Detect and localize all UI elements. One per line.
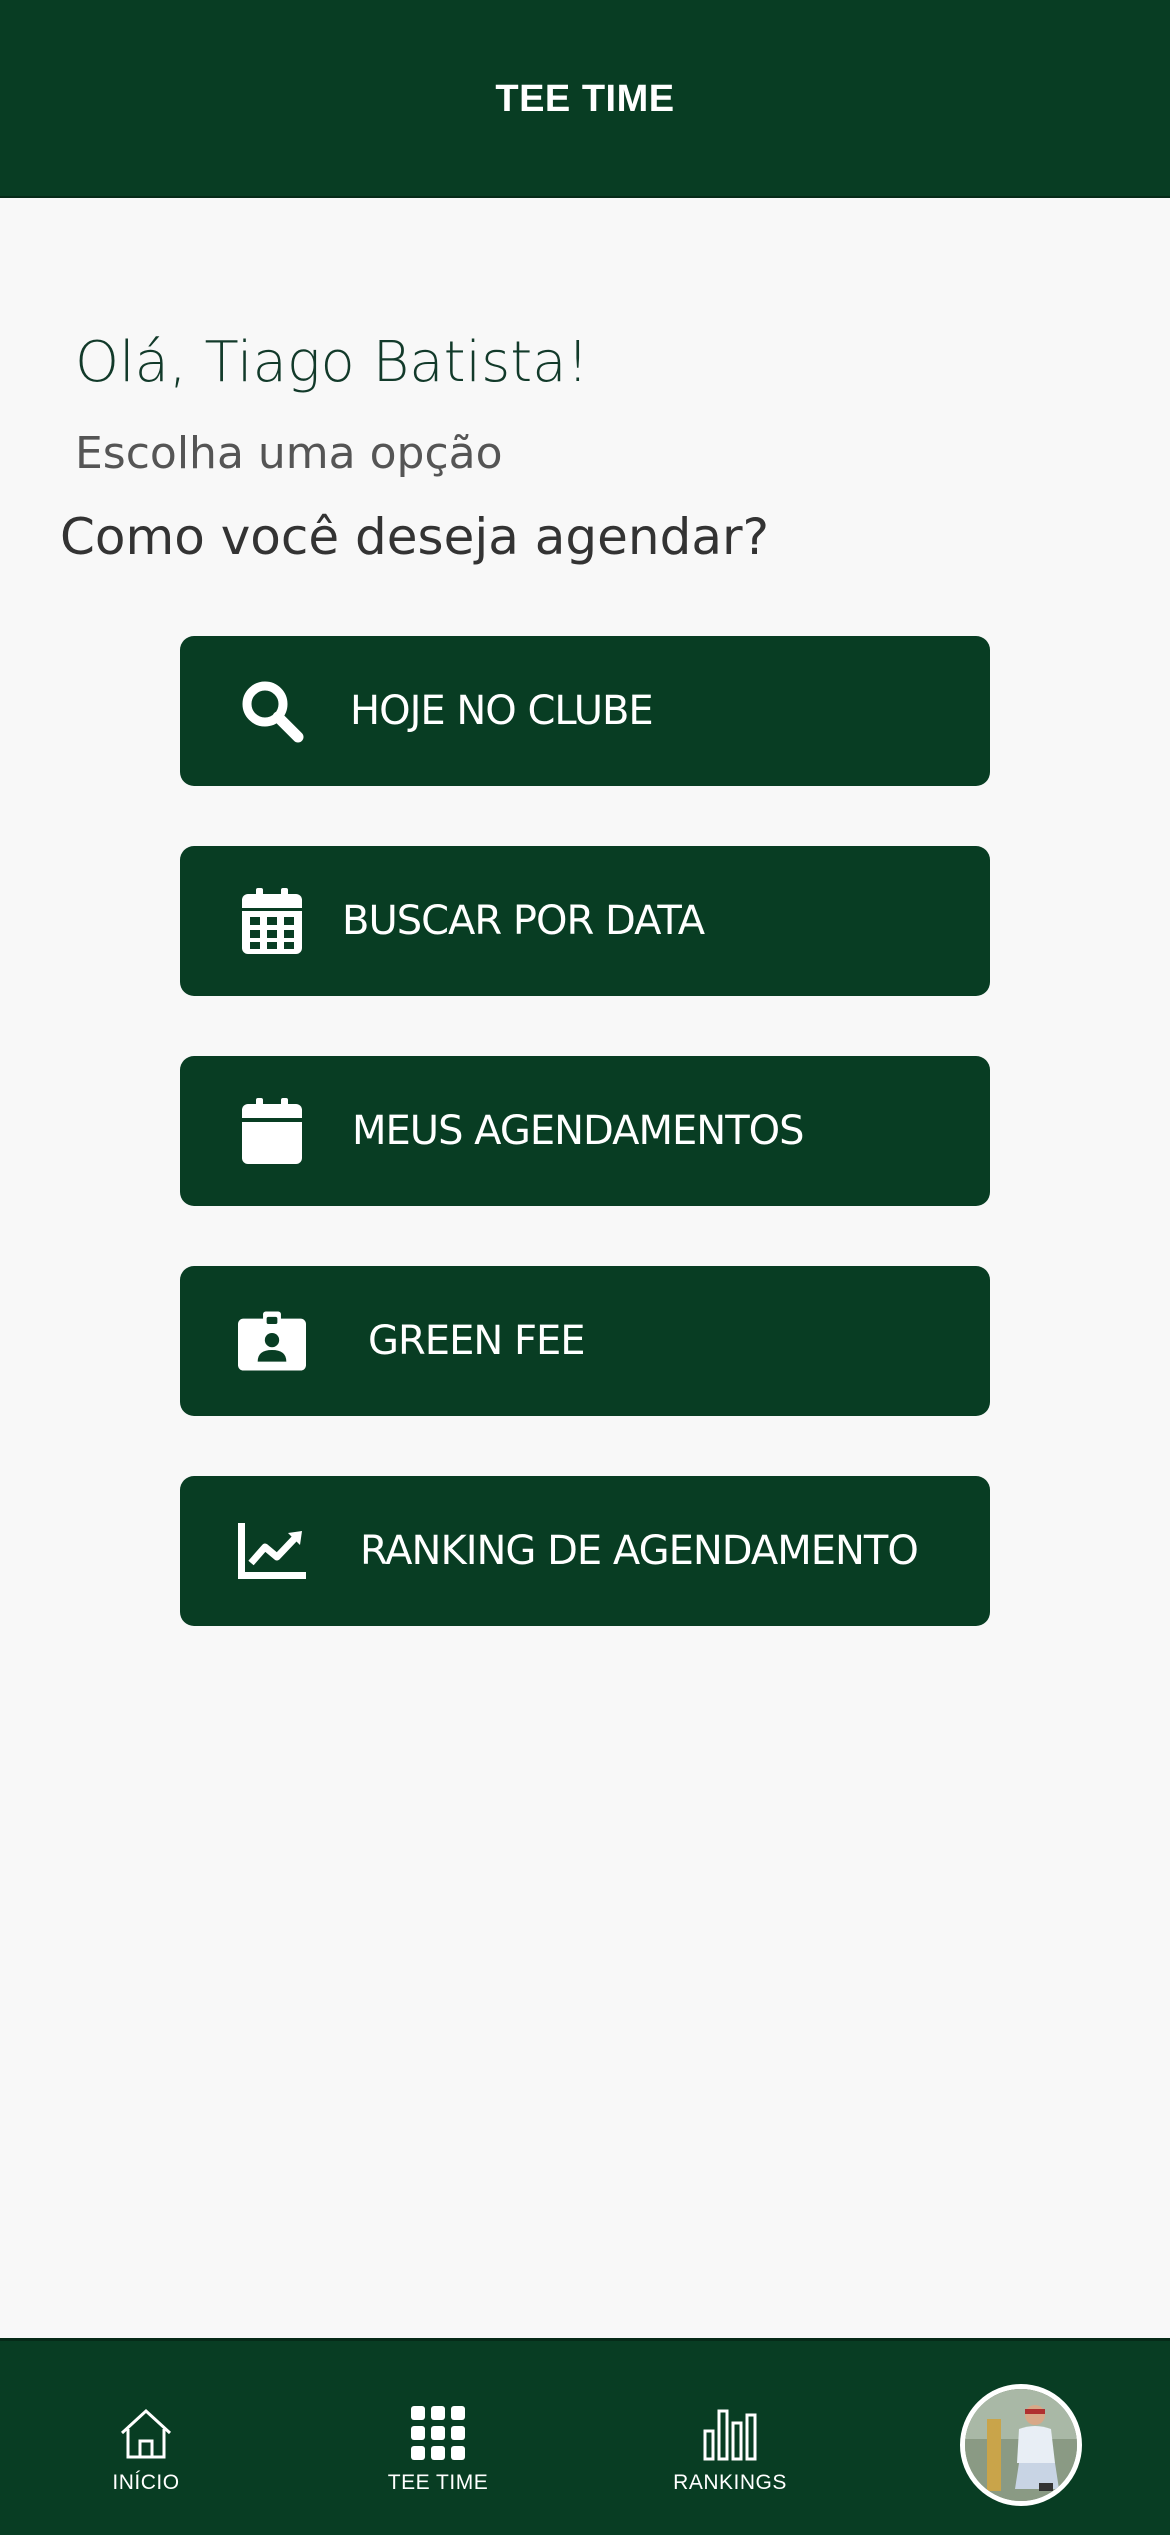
- home-icon: [116, 2403, 176, 2463]
- green-fee-button[interactable]: GREEN FEE: [180, 1266, 990, 1416]
- nav-item-tee-time[interactable]: TEE TIME: [378, 2341, 498, 2535]
- page-title: TEE TIME: [495, 77, 675, 120]
- id-badge-icon: [238, 1307, 306, 1375]
- calendar-icon: [238, 1097, 306, 1165]
- bar-chart-icon: [700, 2403, 760, 2463]
- my-bookings-label: MEUS AGENDAMENTOS: [352, 1108, 804, 1154]
- booking-ranking-button[interactable]: RANKING DE AGENDAMENTO: [180, 1476, 990, 1626]
- calendar-grid-icon: [238, 887, 306, 955]
- subtitle-text: Escolha uma opção: [75, 428, 503, 479]
- nav-item-home[interactable]: INÍCIO: [86, 2341, 206, 2535]
- options-list: HOJE NO CLUBE BUSCAR POR DATA MEUS AGEND…: [180, 636, 990, 1686]
- nav-label-rankings: RANKINGS: [673, 2471, 787, 2494]
- search-by-date-label: BUSCAR POR DATA: [342, 898, 705, 944]
- chart-line-icon: [238, 1517, 306, 1585]
- green-fee-label: GREEN FEE: [368, 1318, 586, 1364]
- today-at-club-button[interactable]: HOJE NO CLUBE: [180, 636, 990, 786]
- booking-ranking-label: RANKING DE AGENDAMENTO: [360, 1528, 919, 1574]
- greeting-text: Olá, Tiago Batista!: [75, 330, 589, 395]
- app-header: TEE TIME: [0, 0, 1170, 198]
- search-icon: [238, 677, 306, 745]
- my-bookings-button[interactable]: MEUS AGENDAMENTOS: [180, 1056, 990, 1206]
- user-avatar[interactable]: [960, 2384, 1082, 2506]
- nav-item-rankings[interactable]: RANKINGS: [670, 2341, 790, 2535]
- question-text: Como você deseja agendar?: [60, 508, 770, 566]
- today-at-club-label: HOJE NO CLUBE: [350, 688, 654, 734]
- grid-icon: [408, 2403, 468, 2463]
- avatar-image: [965, 2389, 1077, 2501]
- search-by-date-button[interactable]: BUSCAR POR DATA: [180, 846, 990, 996]
- nav-label-tee-time: TEE TIME: [387, 2471, 489, 2494]
- nav-label-home: INÍCIO: [112, 2471, 180, 2494]
